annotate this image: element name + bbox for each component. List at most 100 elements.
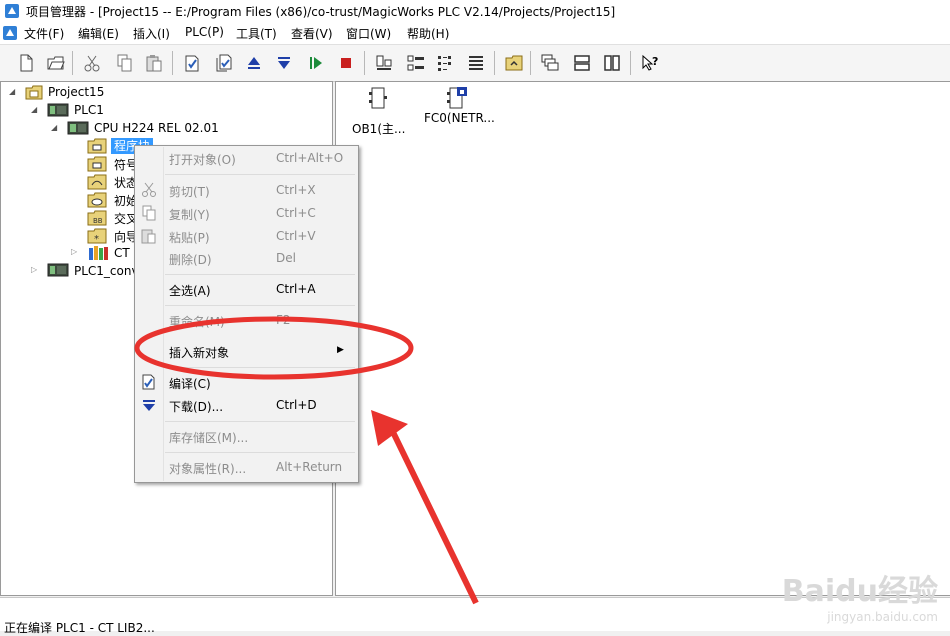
open-folder-icon [47, 56, 65, 70]
shortcut: Ctrl+A [276, 282, 316, 296]
menu-item-download[interactable]: 下载(D)... [169, 398, 223, 415]
menu-insert[interactable]: 插入(I) [133, 25, 170, 42]
copy-icon [142, 205, 156, 221]
object-label: OB1(主... [352, 122, 406, 136]
toolbar-separator [630, 51, 631, 75]
tree-item-ct[interactable]: CT [114, 246, 130, 260]
copy-button[interactable] [112, 51, 136, 75]
toolbar-separator [72, 51, 73, 75]
stop-icon [341, 58, 351, 68]
upload-button[interactable] [242, 51, 266, 75]
wizard-folder-icon: * [87, 228, 107, 244]
collapse-arrow-icon[interactable]: ▷ [31, 265, 37, 274]
svg-text:*: * [94, 234, 99, 244]
compile-all-button[interactable] [212, 51, 236, 75]
up-level-button[interactable] [502, 51, 526, 75]
stop-button[interactable] [334, 51, 358, 75]
download-icon [278, 57, 290, 69]
menu-help[interactable]: 帮助(H) [407, 25, 449, 42]
shortcut: Ctrl+D [276, 398, 317, 412]
submenu-arrow-icon: ▶ [337, 345, 344, 355]
expand-arrow-icon[interactable]: ◢ [9, 87, 15, 96]
block-icon [369, 87, 387, 109]
menu-item-compile[interactable]: 编译(C) [169, 375, 211, 392]
open-button[interactable] [44, 51, 68, 75]
large-icons-button[interactable] [404, 51, 428, 75]
context-help-button[interactable]: ? [638, 51, 662, 75]
cascade-button[interactable] [538, 51, 562, 75]
compile-all-icon [216, 54, 232, 72]
app-icon [5, 4, 19, 18]
menu-plc[interactable]: PLC(P) [185, 25, 224, 39]
paste-button[interactable] [142, 51, 166, 75]
menu-item-paste[interactable]: 粘贴(P) [169, 229, 210, 246]
plc-info-button[interactable] [372, 51, 396, 75]
menu-item-object-properties[interactable]: 对象属性(R)... [169, 460, 246, 477]
compile-button[interactable] [180, 51, 204, 75]
cascade-windows-icon [541, 54, 559, 71]
tree-item-plc1-conv[interactable]: PLC1_conv [74, 264, 139, 278]
object-view-panel: OB1(主... FC0(NETR... [335, 81, 950, 596]
status-text: 正在编译 PLC1 - CT LIB2... [4, 621, 155, 635]
plc-info-icon [376, 55, 392, 70]
scissors-icon [84, 55, 100, 72]
menu-item-delete[interactable]: 删除(D) [169, 251, 212, 268]
menu-separator [165, 367, 355, 368]
menu-edit[interactable]: 编辑(E) [78, 25, 119, 42]
new-button[interactable] [14, 51, 38, 75]
title-bar: 项目管理器 - [Project15 -- E:/Program Files (… [0, 0, 950, 23]
cross-reference-folder-icon: BB [87, 210, 107, 226]
tree-item-cpu[interactable]: CPU H224 REL 02.01 [94, 121, 219, 135]
expand-arrow-icon[interactable]: ◢ [31, 105, 37, 114]
menu-window[interactable]: 窗口(W) [346, 25, 391, 42]
shortcut: Alt+Return [276, 460, 343, 474]
object-ob1[interactable]: OB1(主... [346, 82, 410, 140]
tree-item-project[interactable]: Project15 [48, 85, 104, 99]
window-title: 项目管理器 - [Project15 -- E:/Program Files (… [26, 5, 616, 19]
collapse-arrow-icon[interactable]: ▷ [71, 247, 77, 256]
menu-file[interactable]: 文件(F) [24, 25, 64, 42]
menu-item-insert-new-object[interactable]: 插入新对象 [169, 344, 229, 361]
cut-button[interactable] [80, 51, 104, 75]
small-icons-button[interactable] [434, 51, 458, 75]
toolbar-separator [364, 51, 365, 75]
menu-separator [165, 274, 355, 275]
tile-vertical-button[interactable] [600, 51, 624, 75]
menu-item-cut[interactable]: 剪切(T) [169, 183, 210, 200]
svg-text:BB: BB [93, 217, 103, 225]
menu-item-library-memory[interactable]: 库存储区(M)... [169, 429, 248, 446]
compile-icon [142, 374, 155, 390]
program-block-folder-icon [87, 138, 107, 154]
menu-bar: 文件(F) 编辑(E) 插入(I) PLC(P) 工具(T) 查看(V) 窗口(… [0, 22, 950, 44]
menu-item-rename[interactable]: 重命名(M) [169, 313, 225, 330]
menu-item-select-all[interactable]: 全选(A) [169, 282, 211, 299]
folder-up-icon [505, 55, 523, 71]
small-icons-icon [438, 56, 451, 71]
locked-block-icon [447, 87, 467, 109]
tile-horizontal-button[interactable] [570, 51, 594, 75]
upload-icon [248, 57, 260, 69]
object-fc0[interactable]: FC0(NETR... [420, 82, 500, 140]
shortcut: Ctrl+Alt+O [276, 151, 344, 165]
new-file-icon [20, 54, 33, 72]
expand-arrow-icon[interactable]: ◢ [51, 123, 57, 132]
run-button[interactable] [304, 51, 328, 75]
document-icon[interactable] [2, 25, 18, 41]
toolbar-separator [530, 51, 531, 75]
menu-item-copy[interactable]: 复制(Y) [169, 206, 210, 223]
menu-item-open-object[interactable]: 打开对象(O) [169, 151, 236, 168]
scissors-icon [142, 182, 156, 197]
download-icon [143, 400, 155, 411]
tree-item-plc1[interactable]: PLC1 [74, 103, 104, 117]
menu-view[interactable]: 查看(V) [291, 25, 333, 42]
download-button[interactable] [272, 51, 296, 75]
menu-separator [165, 452, 355, 453]
menu-separator [165, 174, 355, 175]
run-icon [310, 57, 322, 69]
menu-separator [165, 421, 355, 422]
menu-tools[interactable]: 工具(T) [236, 25, 277, 42]
list-view-button[interactable] [464, 51, 488, 75]
project-folder-icon [25, 85, 43, 100]
plc-station-icon [47, 103, 69, 117]
library-books-icon [89, 246, 108, 260]
